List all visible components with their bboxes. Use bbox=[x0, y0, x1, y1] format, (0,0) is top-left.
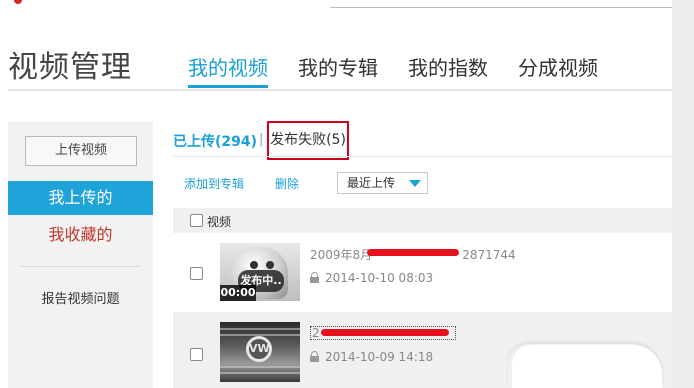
video-title-prefix: 2 bbox=[312, 326, 320, 340]
select-all-checkbox[interactable] bbox=[190, 214, 203, 227]
thumbnail-detail bbox=[220, 366, 300, 368]
sort-select-value: 最近上传 bbox=[347, 176, 396, 190]
tab-my-index[interactable]: 我的指数 bbox=[408, 52, 488, 88]
sidebar-item-my-uploads[interactable]: 我上传的 bbox=[8, 181, 153, 215]
video-timestamp: 2014-10-09 14:18 bbox=[325, 350, 434, 364]
sort-select[interactable]: 最近上传 bbox=[337, 172, 428, 194]
video-meta: 2014-10-09 14:18 bbox=[310, 350, 433, 364]
main-tabs: 我的视频 我的专辑 我的指数 分成视频 bbox=[188, 52, 628, 88]
sidebar-item-my-favorites[interactable]: 我收藏的 bbox=[8, 218, 153, 252]
list-header: 视频 bbox=[173, 208, 672, 233]
thumbnail-detail bbox=[220, 328, 300, 330]
header-divider bbox=[8, 89, 672, 91]
overlay-shape bbox=[512, 345, 662, 388]
thumbnail-detail bbox=[250, 261, 258, 269]
report-video-issue-link[interactable]: 报告视频问题 bbox=[8, 288, 153, 307]
list-header-label: 视频 bbox=[207, 215, 232, 229]
video-thumbnail[interactable]: 发布中.. 00:00 bbox=[220, 243, 300, 301]
subtab-uploaded[interactable]: 已上传(294) bbox=[173, 131, 257, 151]
table-row: 发布中.. 00:00 2009年8月 2871744 2014-10-10 08… bbox=[173, 236, 672, 312]
video-thumbnail[interactable]: VW bbox=[220, 322, 300, 382]
video-meta: 2014-10-10 08:03 bbox=[310, 271, 433, 285]
chevron-down-icon bbox=[409, 180, 421, 187]
row-checkbox[interactable] bbox=[190, 267, 203, 280]
page-title: 视频管理 bbox=[8, 50, 132, 85]
row-checkbox[interactable] bbox=[190, 348, 203, 361]
duration-badge: 00:00 bbox=[220, 285, 256, 301]
subtab-separator: | bbox=[259, 132, 264, 147]
sidebar-divider bbox=[20, 266, 141, 267]
tab-revenue-videos[interactable]: 分成视频 bbox=[518, 52, 598, 88]
lock-icon bbox=[310, 272, 319, 283]
top-divider bbox=[330, 7, 672, 8]
redaction-mark bbox=[321, 329, 449, 336]
top-strip bbox=[0, 0, 694, 10]
right-gutter bbox=[672, 0, 694, 388]
lock-icon bbox=[310, 351, 319, 362]
tab-my-albums[interactable]: 我的专辑 bbox=[298, 52, 378, 88]
tab-my-videos[interactable]: 我的视频 bbox=[188, 52, 268, 88]
add-to-album-link[interactable]: 添加到专辑 bbox=[184, 175, 244, 192]
video-title-prefix: 2009年8月 bbox=[310, 248, 373, 262]
video-title-suffix: 2871744 bbox=[462, 248, 516, 262]
sidebar: 上传视频 我上传的 我收藏的 报告视频问题 bbox=[8, 122, 153, 388]
subtab-publish-failed[interactable]: 发布失败(5) bbox=[267, 121, 349, 160]
thumbnail-detail bbox=[220, 372, 300, 374]
thumbnail-detail bbox=[266, 261, 274, 269]
video-timestamp: 2014-10-10 08:03 bbox=[325, 271, 434, 285]
delete-link[interactable]: 删除 bbox=[275, 175, 299, 192]
redaction-mark bbox=[367, 249, 459, 256]
car-logo: VW bbox=[246, 336, 272, 362]
upload-video-button[interactable]: 上传视频 bbox=[25, 136, 137, 166]
content-divider bbox=[173, 156, 672, 157]
